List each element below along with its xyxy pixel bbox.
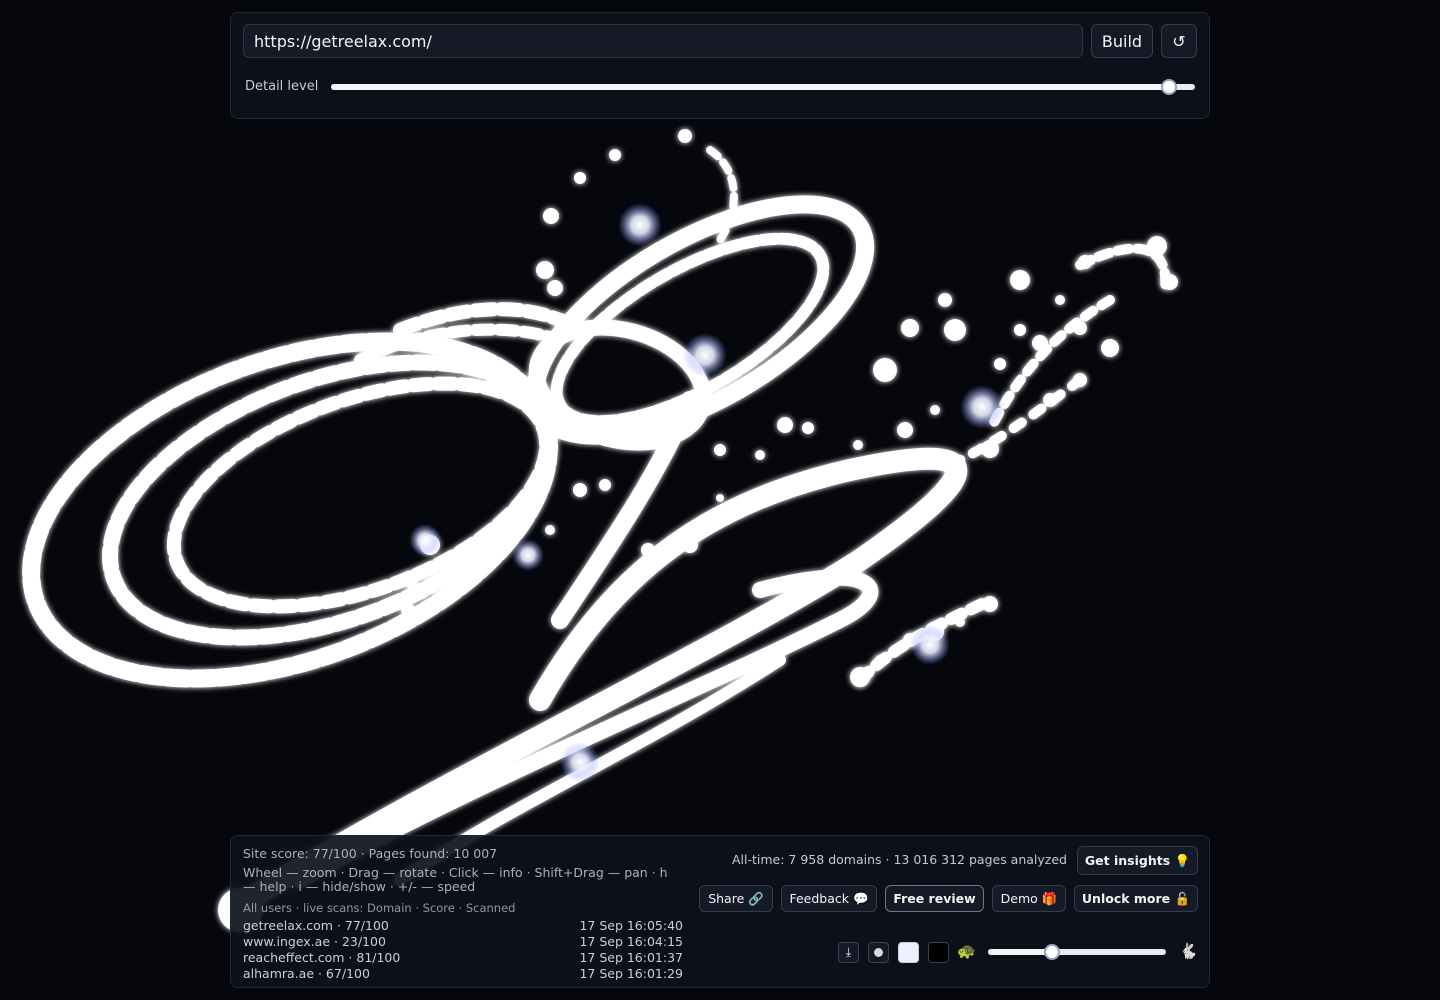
build-button[interactable]: Build bbox=[1091, 24, 1153, 58]
rabbit-icon: 🐇 bbox=[1179, 942, 1198, 960]
detail-level-thumb[interactable] bbox=[1161, 79, 1178, 95]
bottom-panel: Site score: 77/100 · Pages found: 10 007… bbox=[230, 835, 1210, 988]
speed-slider-thumb[interactable] bbox=[1044, 944, 1061, 960]
detail-level-label: Detail level bbox=[245, 79, 319, 94]
node-style-toggle[interactable] bbox=[868, 942, 889, 963]
scan-time: 17 Sep 16:05:40 bbox=[579, 918, 683, 933]
live-scans-list: getreelax.com · 77/100 17 Sep 16:05:40 w… bbox=[243, 918, 683, 980]
unlock-more-button[interactable]: Unlock more 🔓 bbox=[1074, 885, 1198, 912]
share-button[interactable]: Share 🔗 bbox=[699, 885, 773, 912]
top-panel: Build ↺ Detail level bbox=[230, 12, 1210, 119]
refresh-icon[interactable]: ↺ bbox=[1161, 24, 1197, 58]
scan-row[interactable]: getreelax.com · 77/100 17 Sep 16:05:40 bbox=[243, 918, 683, 934]
demo-button[interactable]: Demo 🎁 bbox=[992, 885, 1066, 912]
download-icon[interactable]: ⤓ bbox=[838, 942, 859, 963]
detail-level-slider[interactable] bbox=[331, 84, 1195, 90]
scan-time: 17 Sep 16:01:29 bbox=[579, 966, 683, 980]
alltime-stats: All-time: 7 958 domains · 13 016 312 pag… bbox=[732, 852, 1067, 867]
scan-domain: reacheffect.com · 81/100 bbox=[243, 950, 401, 965]
get-insights-button[interactable]: Get insights 💡 bbox=[1077, 846, 1198, 875]
live-scans-header: All users · live scans: Domain · Score ·… bbox=[243, 901, 516, 915]
scan-domain: getreelax.com · 77/100 bbox=[243, 918, 389, 933]
speed-fill bbox=[988, 949, 1053, 955]
dot-icon bbox=[874, 948, 883, 957]
scan-domain: alhamra.ae · 67/100 bbox=[243, 966, 370, 980]
turtle-icon: 🐢 bbox=[957, 942, 976, 960]
scan-time: 17 Sep 16:01:37 bbox=[579, 950, 683, 965]
scan-row[interactable]: reacheffect.com · 81/100 17 Sep 16:01:37 bbox=[243, 950, 683, 966]
black-theme-swatch[interactable] bbox=[928, 942, 949, 963]
detail-level-fill bbox=[331, 84, 1170, 90]
help-text: Wheel — zoom · Drag — rotate · Click — i… bbox=[243, 865, 668, 894]
scan-row[interactable]: www.ingex.ae · 23/100 17 Sep 16:04:15 bbox=[243, 934, 683, 950]
scan-time: 17 Sep 16:04:15 bbox=[579, 934, 683, 949]
url-input[interactable] bbox=[243, 24, 1083, 58]
speed-slider[interactable] bbox=[988, 949, 1166, 955]
site-score-text: Site score: 77/100 · Pages found: 10 007 bbox=[243, 846, 498, 861]
feedback-button[interactable]: Feedback 💬 bbox=[781, 885, 877, 912]
white-theme-swatch[interactable] bbox=[898, 942, 919, 963]
scan-domain: www.ingex.ae · 23/100 bbox=[243, 934, 386, 949]
scan-row[interactable]: alhamra.ae · 67/100 17 Sep 16:01:29 bbox=[243, 966, 683, 980]
free-review-button[interactable]: Free review bbox=[885, 885, 984, 912]
